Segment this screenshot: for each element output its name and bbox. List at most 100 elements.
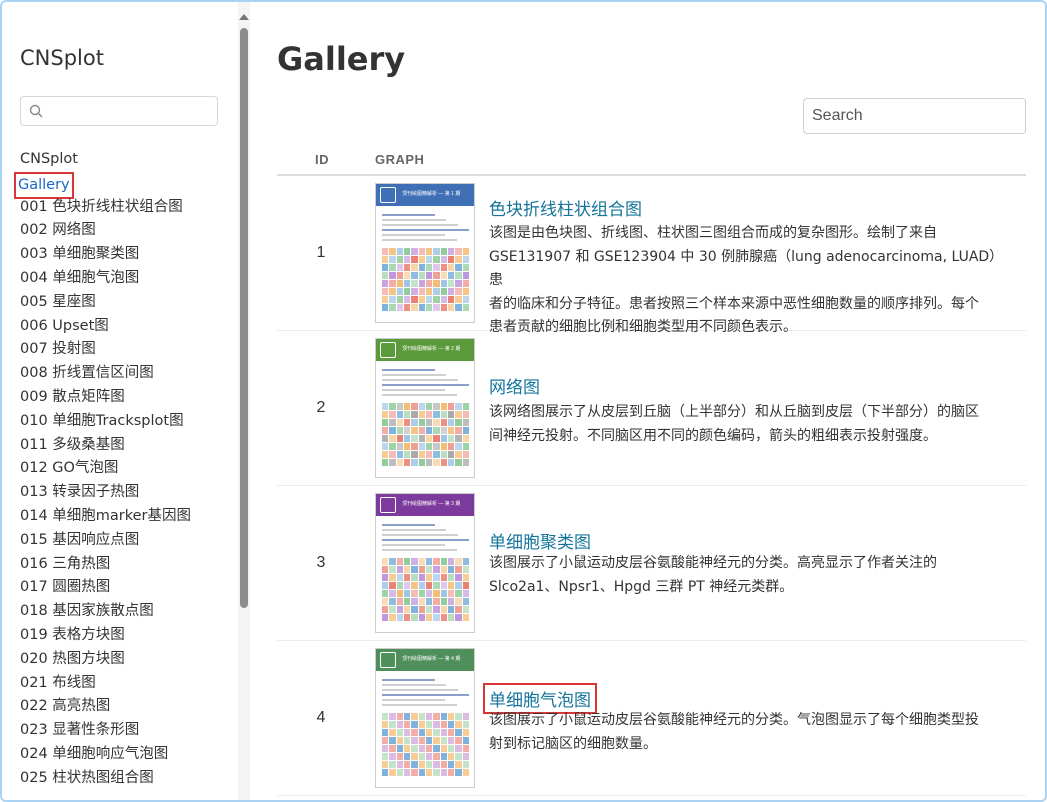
sidebar-item[interactable]: 020 热图方块图 (20, 648, 232, 672)
sidebar-nav: CNSplot Gallery 001 色块折线柱状组合图 002 网络图 003 单细… (14, 148, 232, 791)
thumbnail-label: 顶刊绘图精解析 — 第 3 期 (402, 501, 461, 507)
sidebar-item[interactable]: 005 星座图 (20, 291, 232, 315)
graph-thumbnail[interactable]: 顶刊绘图精解析 — 第 1 期 (375, 183, 475, 323)
gallery-search-input[interactable] (803, 98, 1026, 134)
sidebar-item-label: 013 转录因子热图 (20, 484, 140, 501)
graph-thumbnail[interactable]: 顶刊绘图精解析 — 第 2 期 (375, 338, 475, 478)
sidebar-item[interactable]: 025 柱状热图组合图 (20, 767, 232, 791)
description-line: 该网络图展示了从皮层到丘脑（上半部分）和从丘脑到皮层（下半部分）的脑区 (489, 404, 979, 420)
sidebar-item[interactable]: 009 散点矩阵图 (20, 386, 232, 410)
search-icon (29, 104, 43, 118)
sidebar: CNSplot CNSplot Gallery 001 色块折线柱状组合图 002 网… (2, 2, 238, 800)
sidebar-item[interactable]: 010 单细胞Tracksplot图 (20, 410, 232, 434)
description-line: GSE131907 和 GSE123904 中 30 例肺腺癌（lung ade… (489, 248, 1004, 289)
graph-description: 该图是由色块图、折线图、柱状图三图组合而成的复杂图形。绘制了来自 GSE13190… (489, 222, 1014, 340)
sidebar-item[interactable]: 017 圆圈热图 (20, 576, 232, 600)
graph-description: 该图展示了小鼠运动皮层谷氨酸能神经元的分类。气泡图显示了每个细胞类型投 射到标记脑… (489, 709, 1014, 756)
sidebar-item[interactable]: 002 网络图 (20, 219, 232, 243)
sidebar-item[interactable]: 013 转录因子热图 (20, 481, 232, 505)
sidebar-item-label: 015 基因响应点图 (20, 531, 140, 548)
sidebar-item-label: 017 圆圈热图 (20, 579, 111, 596)
sidebar-item-label: CNSplot (20, 151, 78, 167)
sidebar-search[interactable] (20, 96, 218, 126)
graph-title-link[interactable]: 色块折线柱状组合图 (489, 195, 642, 220)
sidebar-item[interactable]: 007 投射图 (20, 338, 232, 362)
sidebar-item-label: 024 单细胞响应气泡图 (20, 745, 169, 762)
sidebar-item-label: 018 基因家族散点图 (20, 603, 154, 620)
sidebar-item[interactable]: 004 单细胞气泡图 (20, 267, 232, 291)
sidebar-item[interactable]: 015 基因响应点图 (20, 529, 232, 553)
row-id: 4 (316, 709, 326, 726)
description-line: 者的临床和分子特征。患者按照三个样本来源中恶性细胞数量的顺序排列。每个 (489, 295, 979, 312)
sidebar-item-label: 006 Upset图 (20, 317, 109, 334)
sidebar-item[interactable]: 012 GO气泡图 (20, 457, 232, 481)
browser-frame: CNSplot CNSplot Gallery 001 色块折线柱状组合图 002 网… (0, 0, 1047, 802)
graph-title-link[interactable]: 网络图 (489, 373, 540, 398)
sidebar-title[interactable]: CNSplot (20, 46, 104, 70)
sidebar-item-label: 011 多级桑基图 (20, 436, 125, 453)
description-line: 该图展示了小鼠运动皮层谷氨酸能神经元的分类。高亮显示了作者关注的 (489, 555, 937, 571)
description-line: 射到标记脑区的细胞数量。 (489, 735, 657, 752)
description-line: 该图展示了小鼠运动皮层谷氨酸能神经元的分类。气泡图显示了每个细胞类型投 (489, 712, 979, 728)
sidebar-item[interactable]: 022 高亮热图 (20, 695, 232, 719)
sidebar-item[interactable]: 006 Upset图 (20, 315, 232, 339)
sidebar-item[interactable]: CNSplot (20, 148, 232, 172)
sidebar-item-label: 020 热图方块图 (20, 650, 125, 667)
sidebar-search-input[interactable] (47, 101, 213, 121)
sidebar-item-label: 016 三角热图 (20, 555, 111, 572)
sidebar-item[interactable]: Gallery (14, 171, 232, 199)
graph-title-link[interactable]: 单细胞聚类图 (489, 528, 591, 553)
sidebar-item-label: 002 网络图 (20, 222, 96, 239)
sidebar-item-label: 007 投射图 (20, 341, 96, 358)
sidebar-item[interactable]: 011 多级桑基图 (20, 434, 232, 458)
thumbnail-label: 顶刊绘图精解析 — 第 4 期 (402, 656, 461, 662)
description-line: 间神经元投射。不同脑区用不同的颜色编码，箭头的粗细表示投射强度。 (489, 427, 937, 444)
graph-description: 该网络图展示了从皮层到丘脑（上半部分）和从丘脑到皮层（下半部分）的脑区 间神经元投… (489, 401, 1014, 448)
sidebar-item-label: 023 显著性条形图 (20, 722, 140, 739)
sidebar-item-label: 025 柱状热图组合图 (20, 769, 154, 786)
sidebar-item-label: 012 GO气泡图 (20, 460, 119, 477)
column-header-id[interactable]: ID (315, 152, 329, 167)
sidebar-item-label: 008 折线置信区间图 (20, 365, 154, 382)
thumbnail-logo-icon (380, 652, 396, 668)
graph-thumbnail[interactable]: 顶刊绘图精解析 — 第 3 期 (375, 493, 475, 633)
sidebar-item[interactable]: 008 折线置信区间图 (20, 362, 232, 386)
sidebar-item[interactable]: 021 布线图 (20, 672, 232, 696)
sidebar-item-label: 019 表格方块图 (20, 626, 125, 643)
thumbnail-logo-icon (380, 187, 396, 203)
sidebar-item-label: Gallery (14, 171, 74, 199)
scroll-up-arrow-icon[interactable] (239, 14, 249, 20)
sidebar-item[interactable]: 024 单细胞响应气泡图 (20, 743, 232, 767)
row-id: 1 (316, 244, 326, 261)
thumbnail-figure (382, 403, 470, 467)
description-line: Slco2a1、Npsr1、Hpgd 三群 PT 神经元类群。 (489, 578, 794, 595)
table-row: 4 顶刊绘图精解析 — 第 4 期单细胞气泡图 该图展示了小鼠运动皮层谷氨酸能神经元… (277, 641, 1026, 796)
description-line: 该图是由色块图、折线图、柱状图三图组合而成的复杂图形。绘制了来自 (489, 225, 937, 241)
thumbnail-figure (382, 558, 470, 622)
thumbnail-figure (382, 713, 470, 777)
sidebar-item[interactable]: 014 单细胞marker基因图 (20, 505, 232, 529)
sidebar-item-label: 009 散点矩阵图 (20, 388, 125, 405)
sidebar-item-label: 022 高亮热图 (20, 698, 111, 715)
graph-thumbnail[interactable]: 顶刊绘图精解析 — 第 4 期 (375, 648, 475, 788)
column-header-graph[interactable]: GRAPH (375, 152, 424, 167)
sidebar-scroll-thumb[interactable] (240, 28, 248, 608)
main-content: Gallery ID GRAPH 1 顶刊绘图精解析 — 第 1 期色块折线柱状组… (250, 2, 1045, 800)
table-row: 1 顶刊绘图精解析 — 第 1 期色块折线柱状组合图该图是由色块图、折线图、柱状图… (277, 176, 1026, 335)
sidebar-item[interactable]: 003 单细胞聚类图 (20, 243, 232, 267)
sidebar-item[interactable]: 016 三角热图 (20, 553, 232, 577)
sidebar-item[interactable]: 019 表格方块图 (20, 624, 232, 648)
sidebar-item[interactable]: 018 基因家族散点图 (20, 600, 232, 624)
page-title: Gallery (277, 40, 406, 78)
sidebar-item-label: 021 布线图 (20, 674, 96, 691)
thumbnail-figure (382, 248, 470, 312)
sidebar-item-label: 001 色块折线柱状组合图 (20, 198, 183, 215)
thumbnail-label: 顶刊绘图精解析 — 第 2 期 (402, 346, 461, 352)
sidebar-item-label: 005 星座图 (20, 293, 96, 310)
sidebar-item-label: 004 单细胞气泡图 (20, 269, 140, 286)
thumbnail-logo-icon (380, 497, 396, 513)
sidebar-item[interactable]: 023 显著性条形图 (20, 719, 232, 743)
sidebar-item-label: 014 单细胞marker基因图 (20, 507, 192, 524)
sidebar-item[interactable]: 001 色块折线柱状组合图 (20, 196, 232, 220)
graph-description: 该图展示了小鼠运动皮层谷氨酸能神经元的分类。高亮显示了作者关注的 Slco2a1、… (489, 552, 1014, 599)
